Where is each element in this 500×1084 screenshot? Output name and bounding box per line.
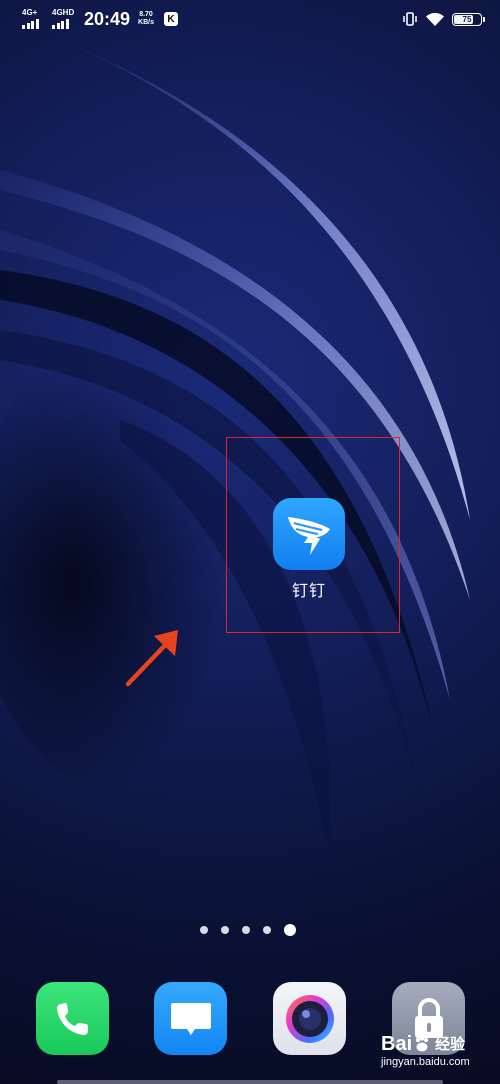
page-dot[interactable] — [200, 926, 208, 934]
page-dot-active[interactable] — [284, 924, 296, 936]
network-speed-unit: KB/s — [138, 19, 154, 26]
status-bar: 4G+ 4GHD 20:49 8.70 KB/s K 75 — [0, 0, 500, 38]
phone-icon — [56, 1002, 88, 1035]
signal-icon: 4G+ — [22, 8, 46, 29]
home-screen: 4G+ 4GHD 20:49 8.70 KB/s K 75 钉钉 Bai 经验 … — [0, 0, 500, 1084]
page-dot[interactable] — [242, 926, 250, 934]
baidu-watermark: Bai 经验 jingyan.baidu.com — [381, 1033, 470, 1068]
dingtalk-icon[interactable] — [273, 498, 345, 570]
vibrate-icon — [403, 12, 417, 26]
watermark-brand-post: 经验 — [435, 1035, 466, 1053]
sim2-network-label: 4GHD — [52, 8, 75, 17]
app-label: 钉钉 — [291, 581, 326, 600]
watermark-url: jingyan.baidu.com — [381, 1056, 470, 1068]
message-icon — [170, 1002, 211, 1035]
camera-app[interactable] — [273, 982, 346, 1055]
home-indicator[interactable] — [57, 1080, 443, 1084]
camera-icon — [285, 994, 334, 1043]
sim1-network-label: 4G+ — [22, 8, 38, 17]
app-dingtalk[interactable]: 钉钉 — [272, 498, 346, 601]
signal-icon: 4GHD — [52, 8, 76, 29]
status-time: 20:49 — [84, 8, 131, 29]
page-dot[interactable] — [263, 926, 271, 934]
watermark-brand-pre: Bai — [381, 1033, 413, 1055]
arrow-icon — [125, 630, 178, 687]
page-dot[interactable] — [221, 926, 229, 934]
network-speed: 8.70 KB/s — [138, 11, 154, 27]
battery-icon: 75 — [452, 12, 485, 26]
wifi-icon — [426, 12, 444, 26]
messages-app[interactable] — [154, 982, 227, 1055]
phone-app[interactable] — [36, 982, 109, 1055]
paw-icon — [415, 1036, 429, 1052]
page-indicator[interactable] — [200, 924, 296, 936]
battery-level: 75 — [462, 14, 472, 24]
notification-badge: K — [164, 12, 178, 26]
network-speed-value: 8.70 — [139, 11, 153, 18]
